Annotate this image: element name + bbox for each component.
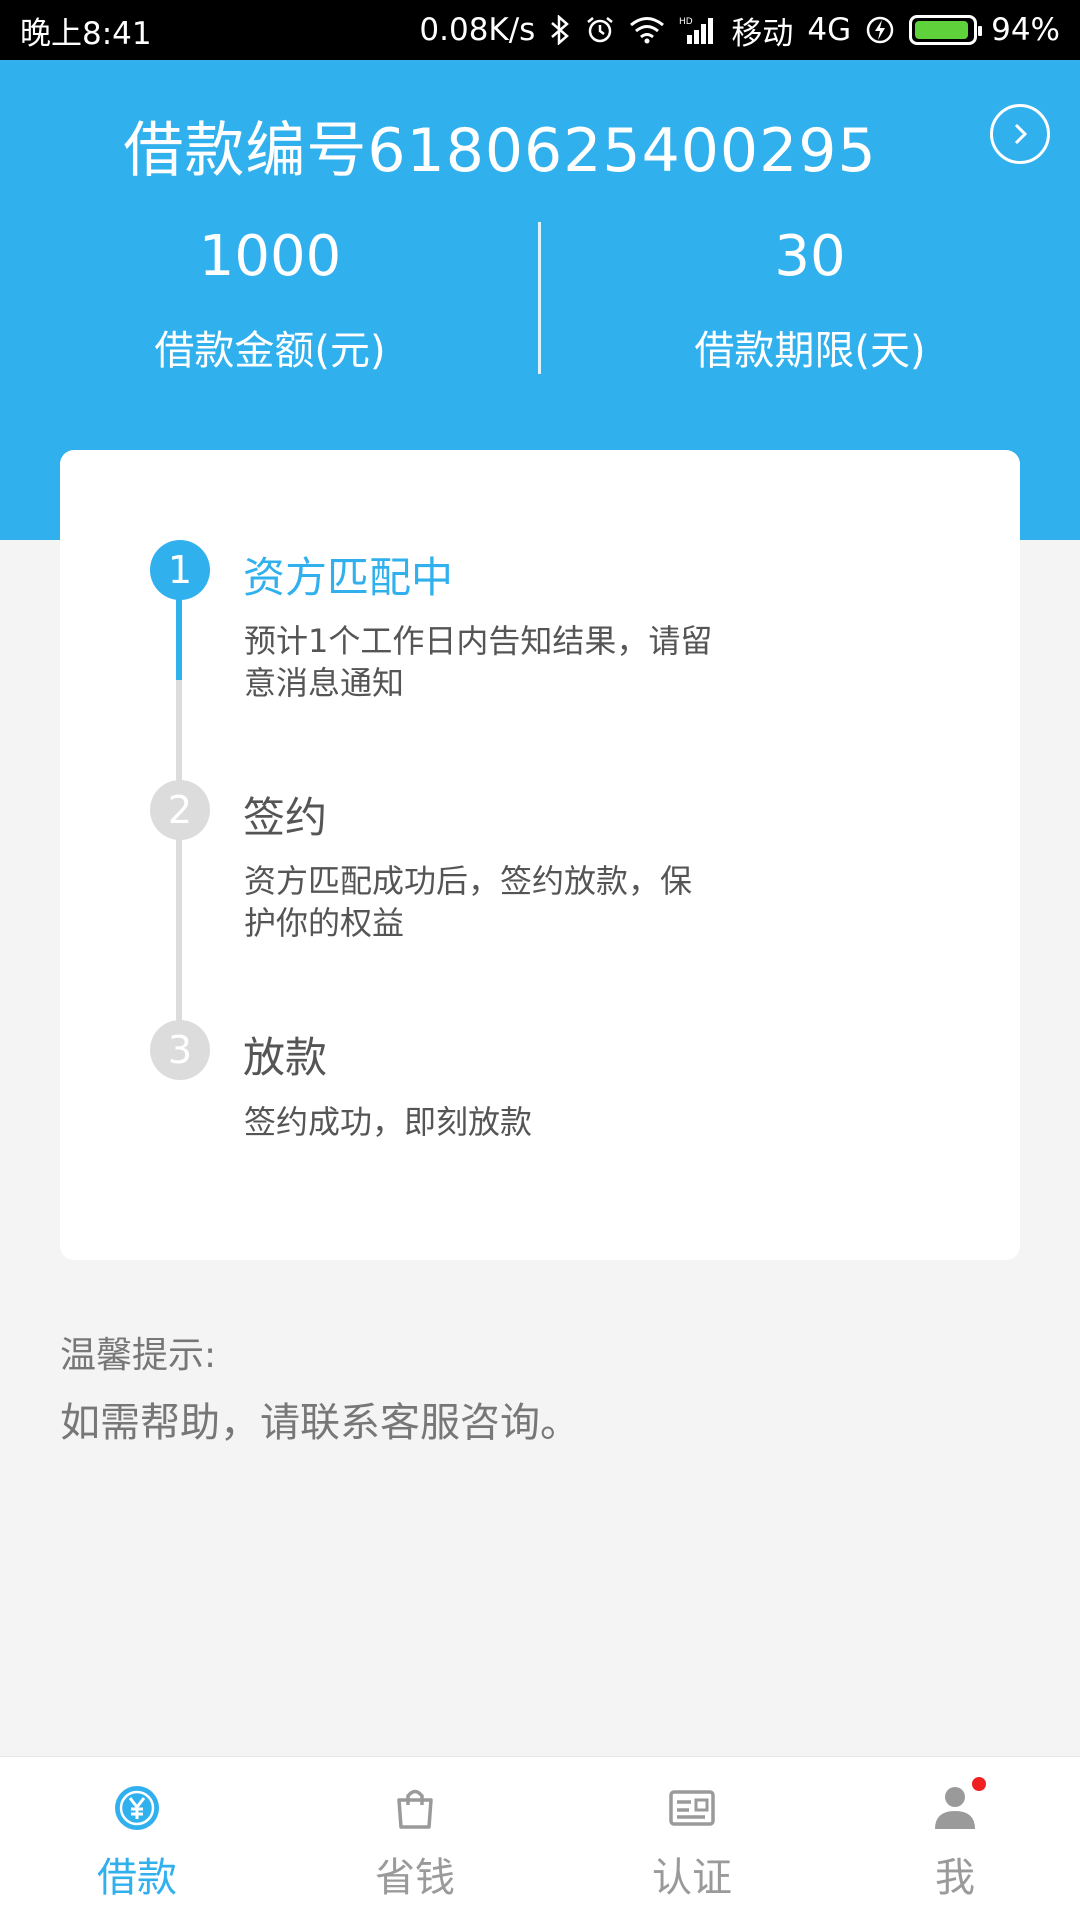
step-1-description: 预计1个工作日内告知结果，请留 意消息通知 <box>244 620 804 704</box>
wifi-icon <box>629 16 665 44</box>
chevron-right-icon <box>1014 123 1028 145</box>
yuan-coin-icon <box>112 1783 162 1833</box>
signal-icon: HD <box>679 15 717 45</box>
tips-title: 温馨提示: <box>60 1335 217 1376</box>
net-speed: 0.08K/s <box>419 12 536 48</box>
nav-item-loan[interactable]: 借款 <box>2 1757 272 1920</box>
step-2-title: 签约 <box>243 793 328 842</box>
loan-term-label: 借款期限(天) <box>694 328 926 374</box>
id-card-icon <box>667 1783 717 1833</box>
tips-body: 如需帮助，请联系客服咨询。 <box>60 1400 580 1446</box>
loan-term: 30 借款期限(天) <box>540 222 1080 376</box>
user-icon <box>930 1777 986 1833</box>
shopping-bag-icon <box>390 1783 440 1833</box>
nav-item-me[interactable]: 我 <box>820 1757 1080 1920</box>
alarm-icon <box>585 15 615 45</box>
loan-amount-value: 1000 <box>198 224 342 289</box>
loan-amount: 1000 借款金额(元) <box>0 222 540 376</box>
step-1-desc-line1: 预计1个工作日内告知结果，请留 <box>244 622 713 660</box>
bluetooth-icon <box>549 15 571 45</box>
network-type: 4G <box>807 12 852 48</box>
step-2-description: 资方匹配成功后，签约放款，保 护你的权益 <box>244 860 804 944</box>
step-1-desc-line2: 意消息通知 <box>244 664 405 702</box>
loan-stats: 1000 借款金额(元) 30 借款期限(天) <box>0 222 1080 377</box>
step-3-description: 签约成功，即刻放款 <box>244 1101 804 1143</box>
battery-icon <box>909 15 983 45</box>
nav-item-save[interactable]: 省钱 <box>280 1757 550 1920</box>
step-3-title: 放款 <box>243 1033 328 1082</box>
step-1-title: 资方匹配中 <box>243 553 454 602</box>
nav-label-me: 我 <box>935 1855 975 1901</box>
step-3-indicator: 3 <box>150 1020 210 1080</box>
charging-icon <box>865 15 895 45</box>
svg-text:HD: HD <box>679 17 693 27</box>
nav-label-loan: 借款 <box>97 1855 177 1901</box>
step-1-indicator: 1 <box>150 540 210 600</box>
step-2-indicator: 2 <box>150 780 210 840</box>
nav-label-save: 省钱 <box>375 1855 455 1901</box>
status-bar: 晚上8:41 0.08K/s HD 移动 4G 94% <box>0 0 1080 60</box>
carrier-name: 移动 <box>731 15 794 52</box>
step-2-desc-line2: 护你的权益 <box>244 904 405 942</box>
loan-detail-button[interactable] <box>990 104 1050 164</box>
nav-label-verify: 认证 <box>652 1855 732 1901</box>
timeline-pending-segment <box>176 680 182 1040</box>
loan-amount-label: 借款金额(元) <box>154 328 386 374</box>
battery-percent: 94% <box>991 12 1060 48</box>
status-indicators: 0.08K/s HD 移动 4G 94% <box>419 8 1060 53</box>
loan-term-value: 30 <box>774 224 846 289</box>
bottom-navigation: 借款 省钱 认证 我 <box>0 1756 1080 1920</box>
step-3-desc-line1: 签约成功，即刻放款 <box>244 1103 533 1141</box>
notification-dot <box>972 1777 986 1791</box>
nav-item-verify[interactable]: 认证 <box>557 1757 827 1920</box>
loan-progress-card: 1 资方匹配中 预计1个工作日内告知结果，请留 意消息通知 2 签约 资方匹配成… <box>60 450 1020 1260</box>
loan-number-title: 借款编号6180625400295 <box>123 116 877 186</box>
status-time: 晚上8:41 <box>20 15 152 52</box>
step-2-desc-line1: 资方匹配成功后，签约放款，保 <box>244 862 693 900</box>
